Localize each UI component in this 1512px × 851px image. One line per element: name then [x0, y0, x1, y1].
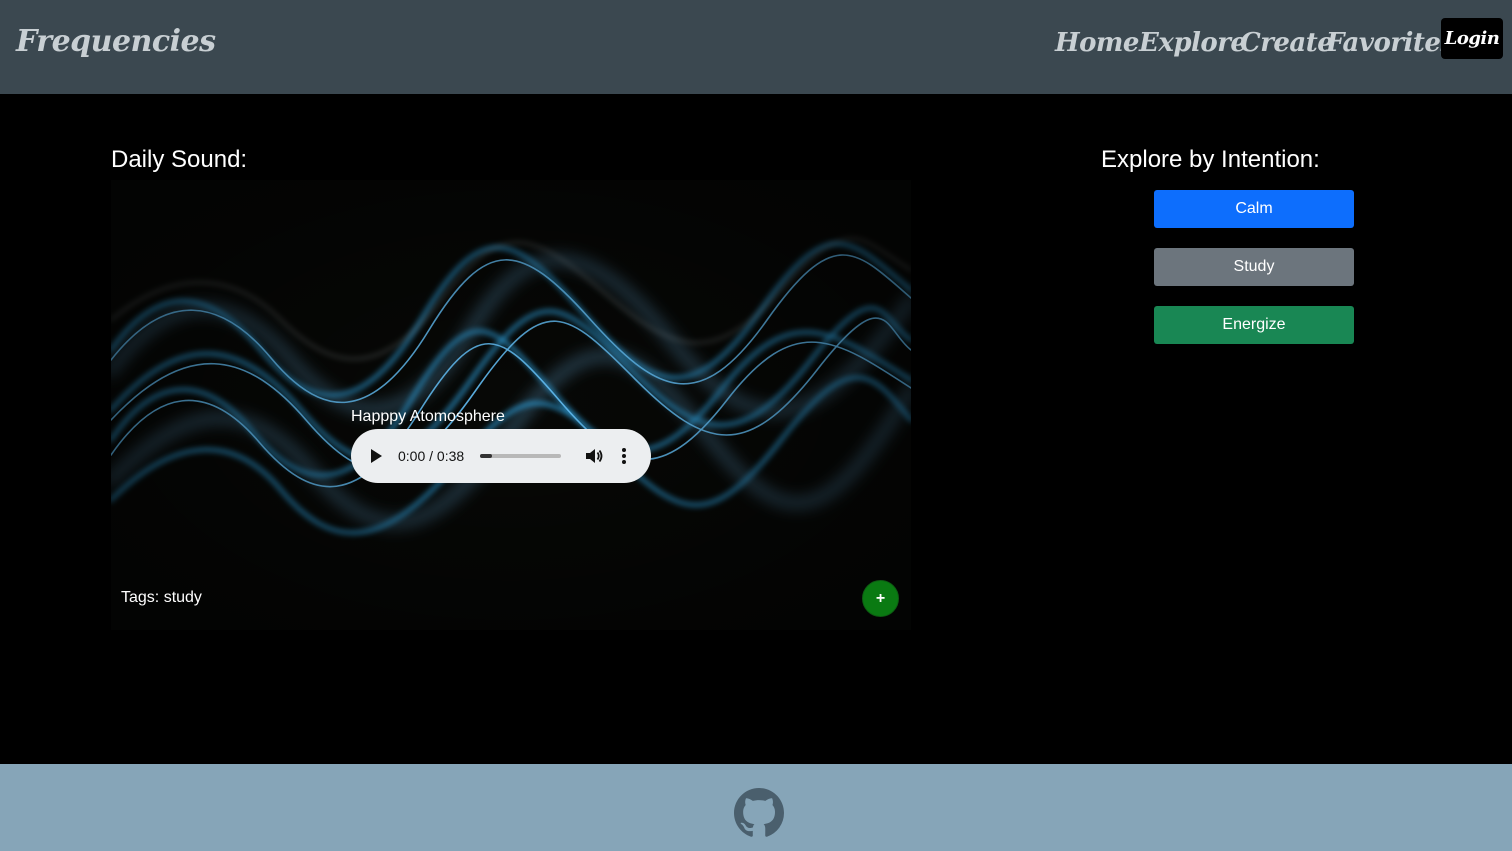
navbar: Frequencies Home Explore Create Favorite…: [0, 0, 1512, 94]
track-title: Happpy Atomosphere: [351, 408, 505, 425]
footer: [0, 764, 1512, 851]
play-icon[interactable]: [371, 449, 382, 463]
tags-label: Tags: study: [121, 589, 202, 606]
nav-favorites[interactable]: Favorites: [1326, 28, 1455, 58]
more-options-icon[interactable]: [618, 446, 630, 466]
login-button[interactable]: Login: [1441, 18, 1503, 59]
audio-time: 0:00 / 0:38: [398, 448, 465, 464]
brand-logo[interactable]: Frequencies: [16, 24, 216, 59]
explore-heading: Explore by Intention:: [1101, 146, 1320, 173]
add-favorite-button[interactable]: +: [862, 580, 899, 617]
daily-sound-heading: Daily Sound:: [111, 146, 248, 173]
calm-button[interactable]: Calm: [1154, 190, 1354, 228]
sound-wave-image: [111, 180, 911, 630]
nav-explore[interactable]: Explore: [1139, 28, 1247, 58]
nav-home[interactable]: Home: [1055, 28, 1139, 58]
audio-player: 0:00 / 0:38: [351, 429, 651, 483]
study-button[interactable]: Study: [1154, 248, 1354, 286]
audio-progress-fill: [480, 454, 492, 458]
audio-progress-bar[interactable]: [480, 454, 561, 458]
nav-create[interactable]: Create: [1240, 28, 1334, 58]
energize-button[interactable]: Energize: [1154, 306, 1354, 344]
github-icon[interactable]: [734, 788, 784, 838]
volume-icon[interactable]: [584, 446, 604, 466]
daily-sound-card: Happpy Atomosphere 0:00 / 0:38 Tags: stu…: [111, 180, 911, 630]
